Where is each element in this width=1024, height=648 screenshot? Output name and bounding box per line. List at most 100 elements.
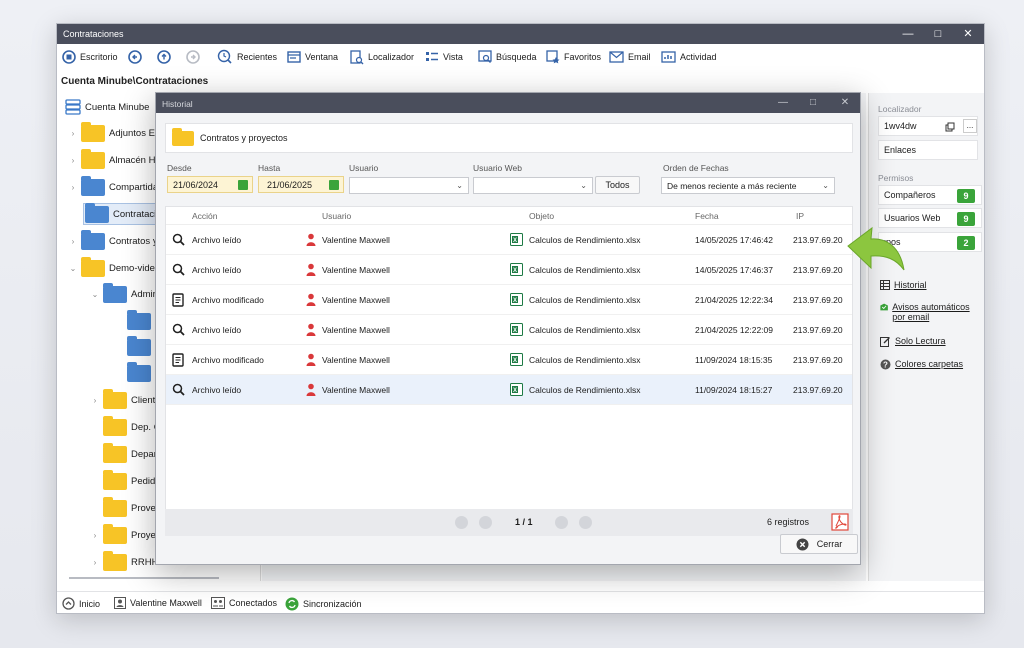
usuario-select[interactable]: ⌄	[349, 177, 469, 194]
dialog-close-x-button[interactable]: ✕	[832, 93, 858, 113]
objeto-cell[interactable]: Calculos de Rendimiento.xlsx	[529, 325, 641, 335]
tree-item[interactable]: › Compartida	[69, 175, 158, 198]
conectados-button[interactable]: Conectados	[211, 597, 277, 609]
todos-button[interactable]: Todos	[595, 176, 640, 194]
document-icon	[172, 293, 184, 309]
calendar-icon[interactable]	[238, 180, 248, 190]
horizontal-scrollbar[interactable]	[69, 577, 219, 579]
usuario-web-select[interactable]: ⌄	[473, 177, 593, 194]
tree-item[interactable]	[127, 309, 151, 332]
tree-item[interactable]: › Cliente	[91, 388, 161, 411]
status-bar: Inicio Valentine Maxwell Conectados Sinc…	[57, 591, 984, 613]
hasta-date-input[interactable]: 21/06/2025	[258, 176, 344, 193]
expand-icon[interactable]: ›	[91, 558, 99, 567]
favoritos-button[interactable]: Favoritos	[546, 49, 601, 65]
tree-item[interactable]: Depar	[103, 442, 157, 465]
avisos-link[interactable]: Avisos automáticos por email	[880, 302, 980, 322]
desde-date-input[interactable]: 21/06/2024	[167, 176, 253, 193]
table-row[interactable]: Archivo leído Valentine Maxwell X Calculos …	[166, 375, 852, 405]
dialog-minimize-button[interactable]: —	[770, 93, 796, 113]
solo-lectura-link[interactable]: Solo Lectura	[880, 336, 946, 347]
orden-select[interactable]: De menos reciente a más reciente ⌄	[661, 177, 835, 194]
back-button[interactable]	[128, 49, 142, 65]
objeto-cell[interactable]: Calculos de Rendimiento.xlsx	[529, 355, 641, 365]
inicio-button[interactable]: Inicio	[62, 597, 100, 610]
col-accion[interactable]: Acción	[192, 211, 218, 221]
tree-item[interactable]	[127, 335, 151, 358]
sincronizacion-button[interactable]: Sincronización	[285, 597, 362, 611]
tree-item[interactable]	[127, 361, 151, 384]
tree-item[interactable]: › Contratos y	[69, 229, 158, 252]
objeto-cell[interactable]: Calculos de Rendimiento.xlsx	[529, 295, 641, 305]
vista-button[interactable]: Vista	[425, 49, 463, 65]
tree-item[interactable]: › Adjuntos E	[69, 121, 155, 144]
table-row[interactable]: Archivo modificado Valentine Maxwell X Calc…	[166, 345, 852, 375]
perm-usuarios-web[interactable]: Usuarios Web 9	[878, 208, 982, 228]
recientes-button[interactable]: Recientes	[217, 49, 277, 65]
cerrar-button[interactable]: Cerrar	[780, 534, 858, 554]
tree-item[interactable]: › RRHH	[91, 550, 158, 573]
escritorio-button[interactable]: Escritorio	[62, 49, 118, 65]
tree-item[interactable]: ⌄ Admir	[91, 282, 156, 305]
calendar-icon[interactable]	[329, 180, 339, 190]
prev-page-icon[interactable]	[479, 516, 492, 529]
dialog-maximize-button[interactable]: □	[800, 93, 826, 113]
pdf-export-icon[interactable]	[831, 513, 849, 531]
ventana-button[interactable]: Ventana	[287, 49, 338, 65]
col-fecha[interactable]: Fecha	[695, 211, 719, 221]
more-button[interactable]: ...	[963, 119, 977, 133]
minimize-button[interactable]: —	[893, 24, 923, 44]
collapse-icon[interactable]: ⌄	[69, 264, 77, 273]
copy-icon[interactable]	[945, 122, 955, 132]
folder-icon	[81, 121, 105, 142]
table-row[interactable]: Archivo leído Valentine Maxwell X Calculos …	[166, 255, 852, 285]
localizador-field[interactable]: 1wv4dw ...	[878, 116, 978, 136]
localizador-button[interactable]: Localizador	[350, 49, 414, 65]
expand-icon[interactable]: ›	[91, 531, 99, 540]
folder-header: Contratos y proyectos	[165, 123, 853, 153]
orden-value: De menos reciente a más reciente	[667, 180, 797, 191]
table-row[interactable]: Archivo modificado Valentine Maxwell X Calc…	[166, 285, 852, 315]
enlaces-field[interactable]: Enlaces	[878, 140, 978, 160]
tree-item[interactable]: ⌄ Demo-vide	[69, 256, 155, 279]
maximize-button[interactable]: □	[923, 24, 953, 44]
localizador-heading: Localizador	[878, 104, 922, 114]
col-ip[interactable]: IP	[796, 211, 804, 221]
historial-link[interactable]: Historial	[880, 280, 927, 290]
objeto-cell[interactable]: Calculos de Rendimiento.xlsx	[529, 385, 641, 395]
up-button[interactable]	[157, 49, 171, 65]
excel-icon: X	[510, 263, 523, 278]
tree-item[interactable]: Dep. C	[103, 415, 161, 438]
expand-icon[interactable]: ›	[91, 396, 99, 405]
tree-item[interactable]: Pedid	[103, 469, 155, 492]
next-page-icon[interactable]	[555, 516, 568, 529]
tree-item[interactable]: › Almacén Hi	[69, 148, 158, 171]
tree-root[interactable]: Cuenta Minube	[65, 96, 149, 118]
col-usuario[interactable]: Usuario	[322, 211, 351, 221]
expand-icon[interactable]: ›	[69, 156, 77, 165]
actividad-button[interactable]: Actividad	[661, 49, 717, 65]
objeto-cell[interactable]: Calculos de Rendimiento.xlsx	[529, 265, 641, 275]
first-page-icon[interactable]	[455, 516, 468, 529]
busqueda-button[interactable]: Búsqueda	[478, 49, 537, 65]
col-objeto[interactable]: Objeto	[529, 211, 554, 221]
collapse-icon[interactable]: ⌄	[91, 290, 99, 299]
current-user[interactable]: Valentine Maxwell	[114, 597, 202, 609]
last-page-icon[interactable]	[579, 516, 592, 529]
tree-item-selected[interactable]: Contratacio	[83, 202, 163, 225]
expand-icon[interactable]: ›	[69, 237, 77, 246]
user-label: Valentine Maxwell	[130, 598, 202, 608]
close-window-button[interactable]: ✕	[953, 24, 983, 44]
colores-link[interactable]: ? Colores carpetas	[880, 359, 963, 370]
objeto-cell[interactable]: Calculos de Rendimiento.xlsx	[529, 235, 641, 245]
forward-button[interactable]	[186, 49, 200, 65]
tree-item[interactable]: Prove	[103, 496, 156, 519]
email-button[interactable]: Email	[609, 49, 651, 65]
tree-item[interactable]: › Proye	[91, 523, 156, 546]
expand-icon[interactable]: ›	[69, 183, 77, 192]
expand-icon[interactable]: ›	[69, 129, 77, 138]
table-row[interactable]: Archivo leído Valentine Maxwell X Calculos …	[166, 225, 852, 255]
table-icon	[880, 280, 890, 290]
perm-companeros[interactable]: Compañeros 9	[878, 185, 982, 205]
table-row[interactable]: Archivo leído Valentine Maxwell X Calculos …	[166, 315, 852, 345]
